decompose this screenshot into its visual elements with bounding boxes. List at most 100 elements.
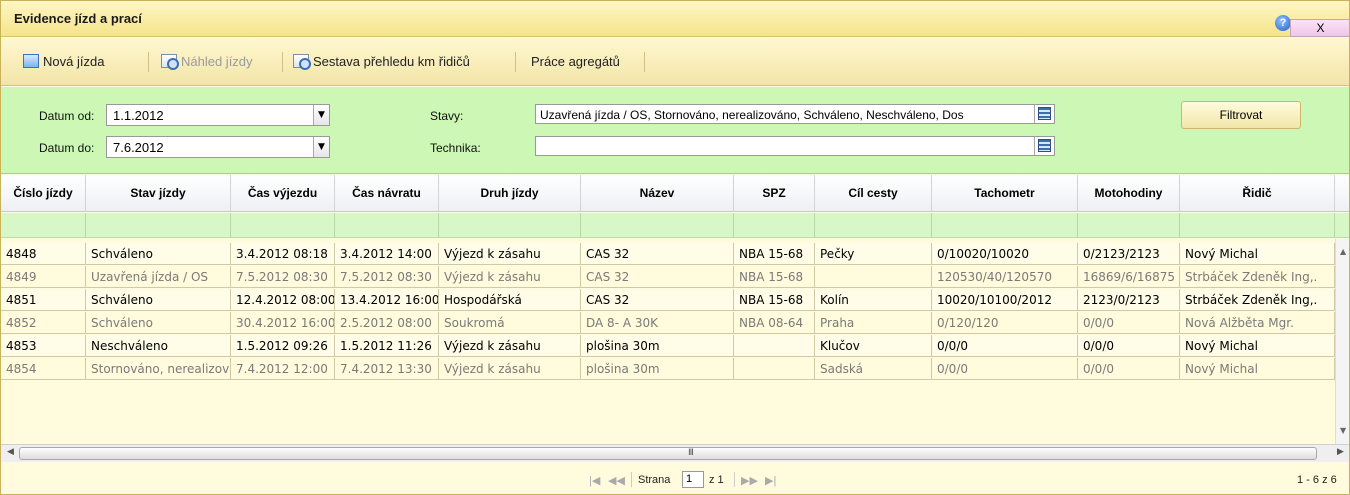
- date-from-combo[interactable]: 1.1.2012 ▼: [106, 104, 330, 126]
- cell-stav: Schváleno: [86, 243, 231, 265]
- cell-vyjezd: 1.5.2012 09:26: [231, 335, 335, 357]
- pager: |◀ ◀◀ Strana 1 z 1 ▶▶ ▶| 1 - 6 z 6: [1, 463, 1349, 494]
- cell-cislo: 4852: [1, 312, 86, 334]
- list-icon: [1038, 107, 1051, 120]
- col-header-tachometr[interactable]: Tachometr: [932, 175, 1078, 212]
- cell-motohodiny: 16869/6/16875: [1078, 266, 1180, 288]
- col-header-druh[interactable]: Druh jízdy: [439, 175, 581, 212]
- cell-druh: Soukromá: [439, 312, 581, 334]
- cell-vyjezd: 7.5.2012 08:30: [231, 266, 335, 288]
- scroll-up-icon[interactable]: ▲: [1340, 247, 1346, 256]
- cell-cil: Kolín: [815, 289, 932, 311]
- first-page-icon[interactable]: |◀: [589, 474, 600, 487]
- help-icon[interactable]: ?: [1275, 15, 1291, 31]
- table-row[interactable]: 4853 Neschváleno 1.5.2012 09:26 1.5.2012…: [1, 335, 1335, 357]
- filter-cell[interactable]: [1078, 213, 1180, 237]
- cell-stav: Schváleno: [86, 289, 231, 311]
- col-header-motohodiny[interactable]: Motohodiny: [1078, 175, 1180, 212]
- cell-motohodiny: 2123/0/2123: [1078, 289, 1180, 311]
- cell-spz: NBA 08-64: [734, 312, 815, 334]
- scroll-down-icon[interactable]: ▼: [1340, 426, 1346, 435]
- cell-cislo: 4854: [1, 358, 86, 380]
- cell-cil: Pečky: [815, 243, 932, 265]
- filter-panel: Datum od: 1.1.2012 ▼ Datum do: 7.6.2012 …: [1, 87, 1349, 174]
- technika-label: Technika:: [430, 141, 481, 155]
- filter-cell[interactable]: [1, 213, 86, 237]
- scroll-thumb[interactable]: III: [19, 447, 1317, 460]
- filter-cell[interactable]: [335, 213, 439, 237]
- col-header-ridic[interactable]: Řidič: [1180, 175, 1335, 212]
- table-row[interactable]: 4848 Schváleno 3.4.2012 08:18 3.4.2012 1…: [1, 243, 1335, 265]
- cell-stav: Uzavřená jízda / OS: [86, 266, 231, 288]
- cell-ridic: Nový Michal: [1180, 243, 1335, 265]
- filter-cell[interactable]: [581, 213, 734, 237]
- cell-motohodiny: 0/0/0: [1078, 358, 1180, 380]
- chevron-down-icon[interactable]: ▼: [313, 105, 329, 125]
- next-page-icon[interactable]: ▶▶: [741, 474, 758, 487]
- driver-km-report-button[interactable]: Sestava přehledu km řidičů: [293, 50, 470, 74]
- scroll-left-icon[interactable]: ◀: [7, 447, 14, 457]
- last-page-icon[interactable]: ▶|: [765, 474, 776, 487]
- filter-button[interactable]: Filtrovat: [1181, 101, 1301, 129]
- cell-druh: Výjezd k zásahu: [439, 335, 581, 357]
- table-row[interactable]: 4854 Stornováno, nerealizováno 7.4.2012 …: [1, 358, 1335, 380]
- col-header-cislo[interactable]: Číslo jízdy: [1, 175, 86, 212]
- cell-nazev: DA 8- A 30K: [581, 312, 734, 334]
- pager-divider: [631, 472, 632, 487]
- cell-vyjezd: 30.4.2012 16:00: [231, 312, 335, 334]
- cell-ridic: Strbáček Zdeněk Ing,.: [1180, 289, 1335, 311]
- table-row[interactable]: 4849 Uzavřená jízda / OS 7.5.2012 08:30 …: [1, 266, 1335, 288]
- horizontal-scrollbar[interactable]: ◀ III ▶: [1, 444, 1349, 462]
- cell-nazev: CAS 32: [581, 266, 734, 288]
- cell-nazev: CAS 32: [581, 289, 734, 311]
- prev-page-icon[interactable]: ◀◀: [608, 474, 625, 487]
- scroll-right-icon[interactable]: ▶: [1337, 447, 1344, 457]
- cell-spz: [734, 358, 815, 380]
- new-ride-button[interactable]: Nová jízda: [23, 50, 104, 74]
- filter-cell[interactable]: [932, 213, 1078, 237]
- vertical-scrollbar[interactable]: ▲ ▼: [1335, 239, 1349, 444]
- report-icon: [293, 54, 311, 70]
- cell-navrat: 7.4.2012 13:30: [335, 358, 439, 380]
- col-header-vyjezd[interactable]: Čas výjezdu: [231, 175, 335, 212]
- filter-cell[interactable]: [734, 213, 815, 237]
- preview-icon: [161, 54, 179, 70]
- close-button[interactable]: X: [1290, 19, 1349, 37]
- states-list-button[interactable]: [1034, 105, 1054, 123]
- filter-cell[interactable]: [1180, 213, 1335, 237]
- cell-navrat: 3.4.2012 14:00: [335, 243, 439, 265]
- col-header-spz[interactable]: SPZ: [734, 175, 815, 212]
- toolbar-divider: [148, 52, 149, 72]
- technika-multiselect[interactable]: [535, 136, 1055, 156]
- table-row[interactable]: 4851 Schváleno 12.4.2012 08:00 13.4.2012…: [1, 289, 1335, 311]
- cell-druh: Hospodářská: [439, 289, 581, 311]
- date-to-combo[interactable]: 7.6.2012 ▼: [106, 136, 330, 158]
- date-from-value: 1.1.2012: [113, 108, 164, 123]
- grid-body: 4848 Schváleno 3.4.2012 08:18 3.4.2012 1…: [1, 239, 1335, 444]
- cell-vyjezd: 12.4.2012 08:00: [231, 289, 335, 311]
- filter-cell[interactable]: [815, 213, 932, 237]
- filter-cell[interactable]: [86, 213, 231, 237]
- page-label: Strana: [638, 474, 671, 486]
- cell-tachometr: 10020/10100/2012: [932, 289, 1078, 311]
- preview-ride-button[interactable]: Náhled jízdy: [161, 50, 253, 74]
- chevron-down-icon[interactable]: ▼: [313, 137, 329, 157]
- cell-nazev: CAS 32: [581, 243, 734, 265]
- table-row[interactable]: 4852 Schváleno 30.4.2012 16:00 2.5.2012 …: [1, 312, 1335, 334]
- col-header-stav[interactable]: Stav jízdy: [86, 175, 231, 212]
- aggregate-work-label: Práce agregátů: [531, 54, 620, 69]
- filter-cell[interactable]: [439, 213, 581, 237]
- cell-spz: [734, 335, 815, 357]
- page-input[interactable]: 1: [682, 471, 704, 488]
- toolbar-divider: [282, 52, 283, 72]
- filter-cell[interactable]: [231, 213, 335, 237]
- col-header-nazev[interactable]: Název: [581, 175, 734, 212]
- technika-list-button[interactable]: [1034, 137, 1054, 155]
- grid-header: Číslo jízdy Stav jízdy Čas výjezdu Čas n…: [1, 175, 1349, 212]
- aggregate-work-button[interactable]: Práce agregátů: [531, 50, 620, 74]
- col-header-navrat[interactable]: Čas návratu: [335, 175, 439, 212]
- cell-navrat: 2.5.2012 08:00: [335, 312, 439, 334]
- cell-nazev: plošina 30m: [581, 335, 734, 357]
- states-multiselect[interactable]: Uzavřená jízda / OS, Stornováno, nereali…: [535, 104, 1055, 124]
- col-header-cil[interactable]: Cíl cesty: [815, 175, 932, 212]
